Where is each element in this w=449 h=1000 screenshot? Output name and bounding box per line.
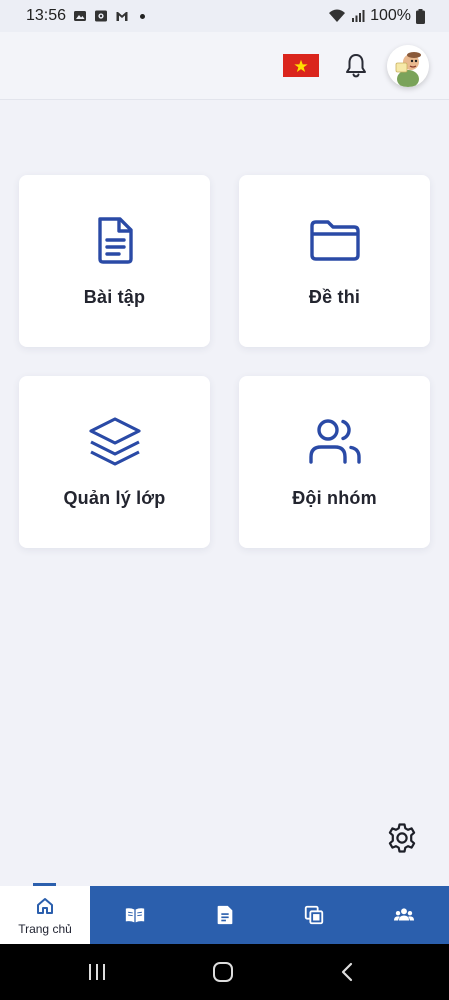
gallery-icon xyxy=(74,11,87,21)
nav-home-label: Trang chủ xyxy=(18,922,72,936)
book-icon xyxy=(125,908,145,923)
card-label: Quản lý lớp xyxy=(63,488,166,508)
home-icon xyxy=(37,898,53,914)
system-navigation-bar xyxy=(0,944,449,1000)
document-icon xyxy=(217,905,232,925)
home-button-icon[interactable] xyxy=(211,960,235,984)
card-teams[interactable]: Đội nhóm xyxy=(239,376,430,548)
battery-percent: 100% xyxy=(370,7,411,24)
folder-icon xyxy=(309,220,360,261)
document-icon xyxy=(97,217,133,264)
signal-icon xyxy=(352,10,365,22)
nav-copy[interactable] xyxy=(270,886,360,944)
flag-star-icon xyxy=(294,59,308,72)
bottom-navigation: Trang chủ xyxy=(0,883,449,944)
layers-icon xyxy=(88,417,141,466)
group-icon xyxy=(394,908,415,921)
status-bar: 13:56 100% xyxy=(0,0,449,32)
gear-icon[interactable] xyxy=(386,822,418,854)
nav-book[interactable] xyxy=(90,886,180,944)
nav-home[interactable]: Trang chủ xyxy=(0,883,90,944)
card-assignments[interactable]: Bài tập xyxy=(19,175,210,347)
gmail-icon xyxy=(116,12,128,21)
app-header xyxy=(0,32,449,100)
copy-icon xyxy=(305,905,324,925)
nav-group[interactable] xyxy=(359,886,449,944)
back-icon[interactable] xyxy=(336,960,360,984)
avatar[interactable] xyxy=(387,45,429,87)
card-class-management[interactable]: Quản lý lớp xyxy=(19,376,210,548)
active-tab-indicator xyxy=(33,883,56,886)
users-icon xyxy=(308,419,361,464)
card-label: Đội nhóm xyxy=(292,488,377,508)
cartoon-character-icon xyxy=(387,45,429,87)
nav-document[interactable] xyxy=(180,886,270,944)
recent-apps-icon[interactable] xyxy=(85,960,109,984)
screen-record-icon xyxy=(95,10,108,22)
status-time: 13:56 xyxy=(26,7,67,24)
card-exams[interactable]: Đề thi xyxy=(239,175,430,347)
notification-dot xyxy=(140,13,146,19)
battery-icon xyxy=(416,8,425,24)
card-label: Bài tập xyxy=(83,287,146,307)
bell-icon[interactable] xyxy=(343,52,369,80)
wifi-icon xyxy=(329,9,346,22)
language-flag[interactable] xyxy=(283,54,319,77)
card-label: Đề thi xyxy=(308,287,361,307)
